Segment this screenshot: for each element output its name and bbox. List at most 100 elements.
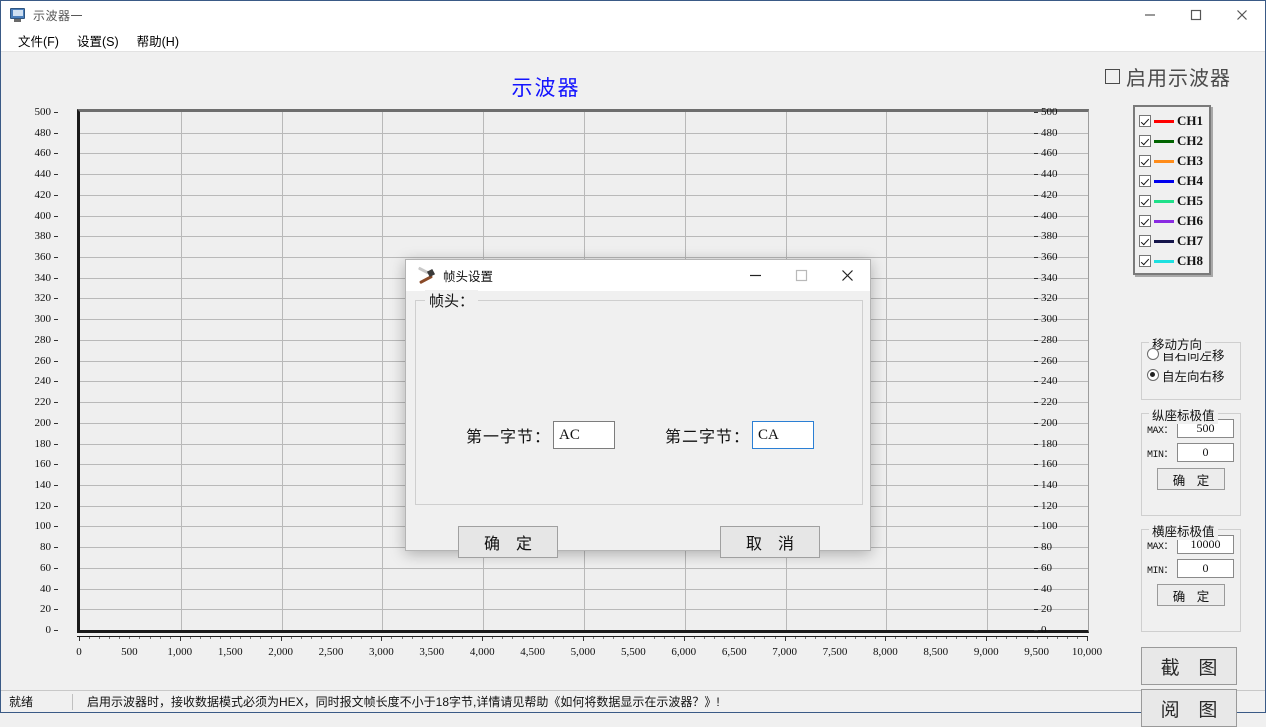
view-image-button[interactable]: 阅 图 xyxy=(1141,689,1237,727)
legend-checkbox-ch6[interactable] xyxy=(1139,215,1151,227)
legend-row-ch2[interactable]: CH2 xyxy=(1139,131,1206,151)
legend-checkbox-ch8[interactable] xyxy=(1139,255,1151,267)
enable-oscilloscope-checkbox[interactable] xyxy=(1105,69,1120,84)
gridline-vertical xyxy=(382,112,383,630)
y-tick-mark xyxy=(54,194,58,196)
tools-icon xyxy=(417,266,436,284)
legend-row-ch3[interactable]: CH3 xyxy=(1139,151,1206,171)
y-tick-label-right: 260 xyxy=(1041,354,1058,367)
legend-label: CH5 xyxy=(1177,193,1203,208)
menu-item-help[interactable]: 帮助(H) xyxy=(128,28,188,53)
y-tick-mark xyxy=(54,484,58,486)
radio-left-to-right-indicator[interactable] xyxy=(1147,369,1159,381)
legend-row-ch1[interactable]: CH1 xyxy=(1139,111,1206,131)
y-tick-mark xyxy=(1034,422,1038,424)
y-tick-mark xyxy=(1034,132,1038,134)
y-tick-mark xyxy=(1034,588,1038,590)
dialog-title: 帧头设置 xyxy=(443,270,494,284)
enable-oscilloscope-label: 启用示波器 xyxy=(1126,68,1231,90)
radio-left-to-right-label: 自左向右移 xyxy=(1162,369,1225,384)
y-tick-mark xyxy=(54,588,58,590)
y-tick-label-left: 240 xyxy=(34,375,52,388)
y-tick-mark xyxy=(54,236,58,238)
y-tick-mark xyxy=(54,547,58,549)
y-tick-mark xyxy=(54,319,58,321)
maximize-icon[interactable] xyxy=(1173,1,1219,29)
y-tick-mark xyxy=(1034,547,1038,549)
horizontal-confirm-button[interactable]: 确 定 xyxy=(1157,584,1225,606)
dialog-cancel-button[interactable]: 取 消 xyxy=(720,526,820,558)
enable-oscilloscope-row[interactable]: 启用示波器 xyxy=(1105,62,1231,91)
y-tick-label-right: 220 xyxy=(1041,396,1058,409)
y-tick-label-left: 160 xyxy=(34,458,52,471)
legend-checkbox-ch1[interactable] xyxy=(1139,115,1151,127)
x-tick-label: 1,500 xyxy=(217,646,243,658)
dialog-window-controls xyxy=(732,260,870,291)
y-tick-label-right: 80 xyxy=(1041,541,1052,554)
dialog-minimize-icon[interactable] xyxy=(732,260,778,291)
legend-row-ch6[interactable]: CH6 xyxy=(1139,211,1206,231)
y-tick-label-left: 440 xyxy=(34,168,52,181)
y-tick-mark xyxy=(1034,381,1038,383)
y-tick-label-left: 500 xyxy=(34,106,52,118)
byte-fields-row: 第一字节： AC 第二字节： CA xyxy=(466,421,815,449)
legend-color-swatch xyxy=(1154,239,1174,243)
y-tick-label-left: 320 xyxy=(34,292,52,305)
horizontal-min-input[interactable]: 0 xyxy=(1177,559,1234,578)
gridline-vertical xyxy=(987,112,988,630)
legend-row-ch7[interactable]: CH7 xyxy=(1139,231,1206,251)
y-tick-mark xyxy=(54,298,58,300)
y-tick-label-left: 200 xyxy=(34,416,52,429)
y-tick-mark xyxy=(1034,526,1038,528)
y-tick-label-right: 460 xyxy=(1041,147,1058,160)
dialog-body: 帧头： 第一字节： AC 第二字节： CA 确 定 取 消 xyxy=(406,290,870,558)
second-byte-input[interactable]: CA xyxy=(752,421,815,449)
y-tick-label-right: 500 xyxy=(1041,106,1058,118)
y-tick-mark xyxy=(1034,257,1038,259)
legend-row-ch8[interactable]: CH8 xyxy=(1139,251,1206,271)
horizontal-axis-group: 横座标极值 MAX： 10000 MIN： 0 确 定 xyxy=(1141,521,1241,632)
radio-left-to-right[interactable]: 自左向右移 xyxy=(1142,365,1240,385)
legend-checkbox-ch3[interactable] xyxy=(1139,155,1151,167)
y-tick-mark xyxy=(54,422,58,424)
legend-row-ch5[interactable]: CH5 xyxy=(1139,191,1206,211)
menu-item-settings[interactable]: 设置(S) xyxy=(68,28,128,53)
frame-header-dialog: 帧头设置 帧头： 第一字节： AC 第二字节： CA 确 定 取 消 xyxy=(405,259,871,558)
dialog-close-icon[interactable] xyxy=(824,260,870,291)
x-tick-label: 9,500 xyxy=(1024,646,1049,658)
horizontal-min-label: MIN： xyxy=(1147,565,1174,577)
dialog-ok-button[interactable]: 确 定 xyxy=(458,526,558,558)
vertical-confirm-button[interactable]: 确 定 xyxy=(1157,468,1225,490)
y-tick-label-left: 260 xyxy=(34,354,52,367)
close-icon[interactable] xyxy=(1219,1,1265,29)
y-tick-label-right: 0 xyxy=(1041,624,1047,636)
first-byte-input[interactable]: AC xyxy=(553,421,616,449)
legend-checkbox-ch2[interactable] xyxy=(1139,135,1151,147)
y-tick-mark xyxy=(1034,443,1038,445)
legend-color-swatch xyxy=(1154,119,1174,123)
legend-checkbox-ch5[interactable] xyxy=(1139,195,1151,207)
y-tick-mark xyxy=(54,402,58,404)
radio-right-to-left-indicator[interactable] xyxy=(1147,348,1159,360)
minimize-icon[interactable] xyxy=(1127,1,1173,29)
x-tick-label: 8,500 xyxy=(923,646,949,658)
legend-color-swatch xyxy=(1154,179,1174,183)
y-tick-label-right: 120 xyxy=(1041,499,1058,512)
legend-label: CH3 xyxy=(1177,153,1203,168)
legend-row-ch4[interactable]: CH4 xyxy=(1139,171,1206,191)
y-tick-label-right: 300 xyxy=(1041,313,1058,326)
legend-label: CH1 xyxy=(1177,113,1203,128)
legend-checkbox-ch7[interactable] xyxy=(1139,235,1151,247)
dialog-button-row: 确 定 取 消 xyxy=(406,526,870,570)
legend-checkbox-ch4[interactable] xyxy=(1139,175,1151,187)
capture-image-button[interactable]: 截 图 xyxy=(1141,647,1237,685)
vertical-min-input[interactable]: 0 xyxy=(1177,443,1234,462)
y-tick-label-right: 480 xyxy=(1041,126,1058,139)
legend-color-swatch xyxy=(1154,259,1174,263)
x-tick-label: 1,000 xyxy=(167,646,193,658)
menu-item-file[interactable]: 文件(F) xyxy=(9,28,68,53)
y-tick-label-left: 120 xyxy=(34,499,52,512)
x-tick-label: 7,000 xyxy=(772,646,797,658)
y-tick-mark xyxy=(54,112,58,113)
x-tick-label: 5,500 xyxy=(621,646,646,658)
